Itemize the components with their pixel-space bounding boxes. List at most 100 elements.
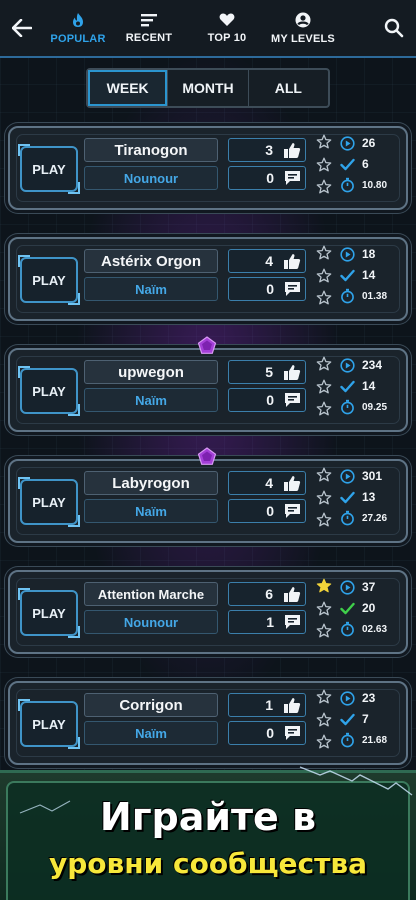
promo-banner: Играйте в уровни сообщества [0, 766, 416, 900]
stopwatch-icon [341, 399, 354, 415]
comments-counter[interactable]: 0 [228, 499, 306, 523]
play-label: PLAY [32, 383, 66, 399]
level-stats: 26 6 10.80 [340, 134, 402, 194]
plays-count: 37 [362, 580, 376, 594]
plays-count: 23 [362, 691, 376, 705]
plays-stat: 301 [340, 467, 402, 485]
plays-count: 301 [362, 469, 383, 483]
flame-icon [73, 12, 83, 27]
level-author[interactable]: Naïm [84, 277, 218, 301]
level-author[interactable]: Nounour [84, 610, 218, 634]
plays-stat: 234 [340, 356, 402, 374]
comments-count: 0 [266, 503, 274, 519]
tab-my-levels[interactable]: MY LEVELS [264, 0, 342, 57]
play-label: PLAY [32, 716, 66, 732]
tab-label: TOP 10 [207, 31, 247, 44]
level-name: Attention Marche [84, 582, 218, 606]
play-label: PLAY [32, 272, 66, 288]
level-card: PLAY Tiranogon Nounour 3 0 26 6 10.80 [8, 126, 408, 210]
comments-counter[interactable]: 0 [228, 166, 306, 190]
period-all-button[interactable]: ALL [249, 70, 328, 106]
rating-stars [316, 134, 332, 194]
period-month-button[interactable]: MONTH [168, 70, 249, 106]
featured-gem-icon [197, 336, 217, 356]
level-stats: 18 14 01.38 [340, 245, 402, 305]
comments-counter[interactable]: 0 [228, 388, 306, 412]
tab-recent[interactable]: RECENT [116, 0, 182, 57]
comment-icon [285, 282, 300, 296]
level-card: PLAY upwegon Naïm 5 0 234 14 09.25 [8, 348, 408, 432]
play-button[interactable]: PLAY [18, 588, 80, 638]
level-card: PLAY Attention Marche Nounour 6 1 37 20 02.63 [8, 570, 408, 654]
thumbs-up-icon [284, 475, 301, 491]
likes-counter[interactable]: 4 [228, 471, 306, 495]
star-outline-icon [316, 179, 332, 194]
star-outline-icon [316, 734, 332, 749]
likes-counter[interactable]: 3 [228, 138, 306, 162]
play-circle-icon [340, 690, 355, 706]
likes-count: 4 [265, 253, 273, 269]
play-button[interactable]: PLAY [18, 255, 80, 305]
featured-gem-icon [197, 447, 217, 467]
time-stat: 09.25 [340, 398, 402, 416]
rating-stars [316, 689, 332, 749]
level-author[interactable]: Nounour [84, 166, 218, 190]
likes-counter[interactable]: 5 [228, 360, 306, 384]
comment-icon [285, 615, 300, 629]
best-time: 09.25 [362, 401, 388, 413]
play-button[interactable]: PLAY [18, 144, 80, 194]
plays-stat: 18 [340, 245, 402, 263]
period-selector: WEEK MONTH ALL [86, 68, 330, 108]
completions-count: 6 [362, 157, 369, 171]
completions-stat: 14 [340, 266, 402, 284]
star-outline-icon [316, 467, 332, 482]
completions-count: 20 [362, 601, 376, 615]
comments-counter[interactable]: 1 [228, 610, 306, 634]
search-icon [384, 18, 404, 38]
period-week-button[interactable]: WEEK [88, 70, 169, 106]
best-time: 10.80 [362, 179, 388, 191]
time-stat: 01.38 [340, 287, 402, 305]
play-button[interactable]: PLAY [18, 699, 80, 749]
play-button[interactable]: PLAY [18, 366, 80, 416]
completions-count: 14 [362, 268, 376, 282]
tab-label: POPULAR [50, 32, 106, 45]
checkmark-icon [340, 602, 355, 614]
tab-popular[interactable]: POPULAR [44, 0, 112, 57]
star-outline-icon [316, 712, 332, 726]
plays-stat: 23 [340, 689, 402, 707]
play-button[interactable]: PLAY [18, 477, 80, 527]
checkmark-icon [340, 158, 355, 170]
star-outline-icon [316, 356, 332, 371]
plays-stat: 37 [340, 578, 402, 596]
likes-counter[interactable]: 1 [228, 693, 306, 717]
level-name: Corrigon [84, 693, 218, 717]
star-outline-icon [316, 379, 332, 393]
star-outline-icon [316, 245, 332, 260]
time-stat: 10.80 [340, 176, 402, 194]
likes-count: 1 [265, 697, 273, 713]
level-name: Labyrogon [84, 471, 218, 495]
level-author[interactable]: Naïm [84, 499, 218, 523]
comments-counter[interactable]: 0 [228, 277, 306, 301]
play-circle-icon [340, 246, 355, 262]
checkmark-icon [340, 713, 355, 725]
likes-counter[interactable]: 4 [228, 249, 306, 273]
thumbs-up-icon [284, 697, 301, 713]
likes-count: 5 [265, 364, 273, 380]
level-name: upwegon [84, 360, 218, 384]
back-button[interactable] [0, 0, 44, 57]
tab-top10[interactable]: TOP 10 [194, 0, 260, 57]
level-name: Astérix Orgon [84, 249, 218, 273]
stopwatch-icon [341, 510, 354, 526]
best-time: 01.38 [362, 290, 388, 302]
level-stats: 234 14 09.25 [340, 356, 402, 416]
level-author[interactable]: Naïm [84, 721, 218, 745]
comment-icon [285, 504, 300, 518]
search-button[interactable] [372, 0, 416, 57]
completions-count: 14 [362, 379, 376, 393]
likes-counter[interactable]: 6 [228, 582, 306, 606]
comments-counter[interactable]: 0 [228, 721, 306, 745]
play-circle-icon [340, 135, 355, 151]
level-author[interactable]: Naïm [84, 388, 218, 412]
